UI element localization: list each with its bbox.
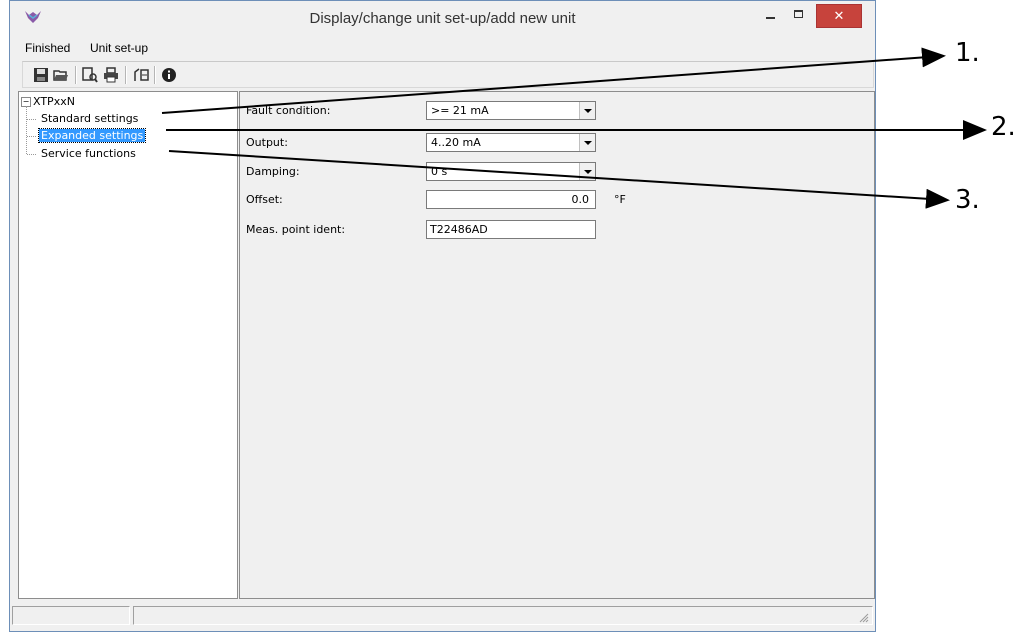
minimize-icon [766,17,775,19]
callout-label-3: 3. [955,185,980,215]
tree-item-label: Standard settings [41,112,139,125]
info-icon[interactable] [161,67,177,83]
menu-finished[interactable]: Finished [25,41,70,55]
output-value: 4..20 mA [431,136,481,149]
close-icon: ✕ [833,8,845,23]
status-panel-left [12,606,130,625]
find-icon[interactable] [82,67,98,83]
offset-label: Offset: [246,193,283,206]
tree-root-label: XTPxxN [33,95,75,108]
chevron-down-icon[interactable] [579,134,595,151]
status-bar [10,605,875,629]
save-icon[interactable] [33,67,49,83]
tree-item-expanded-settings[interactable]: Expanded settings [27,128,147,143]
damping-value: 0 s [431,165,448,178]
window-title: Display/change unit set-up/add new unit [309,10,576,27]
offset-unit: °F [614,193,626,206]
unit-tree: − XTPxxN Standard settings Expanded setti… [18,91,238,599]
callout-label-2: 2. [991,112,1016,142]
menu-bar: Finished Unit set-up [11,38,875,58]
meas-point-ident-value: T22486AD [430,223,488,236]
damping-label: Damping: [246,165,300,178]
print-icon[interactable] [103,67,119,83]
offset-input[interactable]: 0.0 [426,190,596,209]
status-panel-main [133,606,873,625]
toolbar-separator [154,66,156,84]
settings-form: Fault condition: >= 21 mA Output: 4..20 … [239,91,875,599]
toolbar-separator [75,66,77,84]
chevron-down-icon[interactable] [579,163,595,180]
menu-unit-setup[interactable]: Unit set-up [90,41,148,55]
main-window: Display/change unit set-up/add new unit … [9,0,876,632]
tree-item-standard-settings[interactable]: Standard settings [27,112,140,125]
output-select[interactable]: 4..20 mA [426,133,596,152]
callout-label-1: 1. [955,38,980,68]
offset-value: 0.0 [571,193,590,206]
title-bar[interactable]: Display/change unit set-up/add new unit … [10,1,875,37]
minimize-button[interactable] [757,4,783,28]
maximize-icon [794,10,803,18]
close-button[interactable]: ✕ [816,4,862,28]
output-label: Output: [246,136,288,149]
resize-grip-icon[interactable] [857,611,869,623]
meas-point-ident-input[interactable]: T22486AD [426,220,596,239]
tree-connector [27,153,36,155]
device-config-icon[interactable] [133,67,149,83]
tree-item-label: Expanded settings [37,128,147,143]
fault-condition-label: Fault condition: [246,104,331,117]
damping-select[interactable]: 0 s [426,162,596,181]
toolbar-separator [125,66,127,84]
chevron-down-icon[interactable] [579,102,595,119]
toolbar [22,61,874,88]
tree-connector [27,135,36,137]
fault-condition-value: >= 21 mA [431,104,489,117]
tree-item-service-functions[interactable]: Service functions [27,147,138,160]
maximize-button[interactable] [786,4,812,28]
tree-root-node[interactable]: − XTPxxN [21,95,75,108]
tree-connector [27,118,36,120]
fault-condition-select[interactable]: >= 21 mA [426,101,596,120]
tree-item-label: Service functions [41,147,136,160]
meas-point-ident-label: Meas. point ident: [246,223,346,236]
open-folder-icon[interactable] [53,67,69,83]
